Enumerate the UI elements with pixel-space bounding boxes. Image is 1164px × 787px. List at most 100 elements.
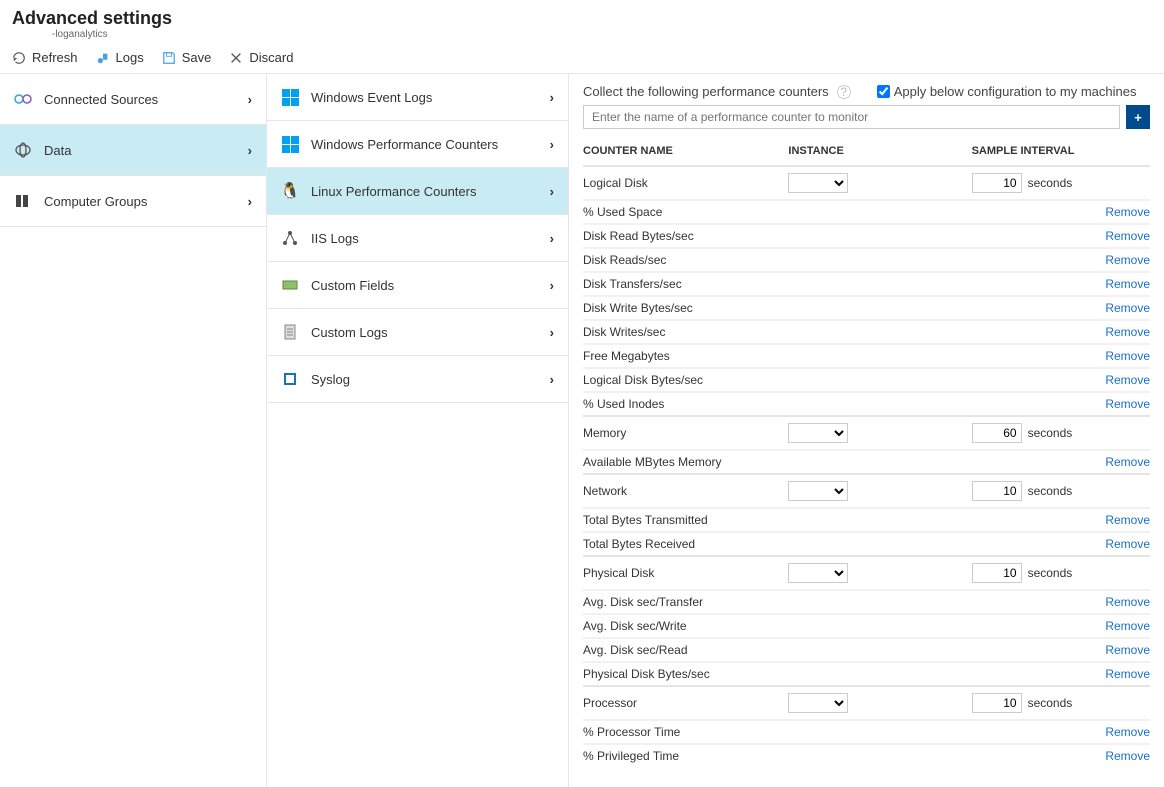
counter-row: % Processor TimeRemove bbox=[583, 720, 1150, 744]
add-counter-button[interactable]: + bbox=[1126, 105, 1150, 129]
chevron-right-icon: › bbox=[550, 184, 554, 199]
counter-group-row: Logical Diskseconds bbox=[583, 166, 1150, 200]
refresh-icon bbox=[12, 51, 26, 65]
discard-button[interactable]: Discard bbox=[229, 50, 293, 65]
remove-link[interactable]: Remove bbox=[1083, 638, 1150, 662]
remove-link[interactable]: Remove bbox=[1083, 200, 1150, 224]
primary-nav-item[interactable]: Data › bbox=[0, 125, 266, 176]
group-name: Physical Disk bbox=[583, 556, 788, 590]
remove-link[interactable]: Remove bbox=[1083, 224, 1150, 248]
counter-group-row: Physical Diskseconds bbox=[583, 556, 1150, 590]
primary-nav-item[interactable]: Connected Sources› bbox=[0, 74, 266, 125]
group-name: Logical Disk bbox=[583, 166, 788, 200]
help-icon[interactable]: ? bbox=[837, 85, 851, 99]
counter-group-row: Networkseconds bbox=[583, 474, 1150, 508]
chevron-right-icon: › bbox=[550, 231, 554, 246]
refresh-button[interactable]: Refresh bbox=[12, 50, 78, 65]
remove-link[interactable]: Remove bbox=[1083, 662, 1150, 686]
counter-name: Disk Writes/sec bbox=[583, 320, 1083, 344]
col-counter-name: COUNTER NAME bbox=[583, 141, 788, 166]
secondary-nav-item[interactable]: Custom Logs › bbox=[267, 309, 568, 356]
interval-input[interactable] bbox=[972, 563, 1022, 583]
nav-label: Connected Sources bbox=[44, 92, 158, 107]
nav-label: Computer Groups bbox=[44, 194, 147, 209]
interval-input[interactable] bbox=[972, 423, 1022, 443]
remove-link[interactable]: Remove bbox=[1083, 320, 1150, 344]
seconds-label: seconds bbox=[1028, 426, 1073, 440]
save-button[interactable]: Save bbox=[162, 50, 212, 65]
remove-link[interactable]: Remove bbox=[1083, 450, 1150, 474]
logs-icon bbox=[96, 51, 110, 65]
secondary-nav-item[interactable]: IIS Logs › bbox=[267, 215, 568, 262]
instance-select[interactable] bbox=[788, 481, 848, 501]
chevron-right-icon: › bbox=[550, 372, 554, 387]
interval-input[interactable] bbox=[972, 693, 1022, 713]
instance-select[interactable] bbox=[788, 563, 848, 583]
interval-input[interactable] bbox=[972, 481, 1022, 501]
apply-config-checkbox[interactable] bbox=[877, 85, 890, 98]
remove-link[interactable]: Remove bbox=[1083, 368, 1150, 392]
windows-icon bbox=[282, 89, 299, 106]
remove-link[interactable]: Remove bbox=[1083, 508, 1150, 532]
counter-group-row: Memoryseconds bbox=[583, 416, 1150, 450]
counter-row: Free MegabytesRemove bbox=[583, 344, 1150, 368]
counter-name: % Privileged Time bbox=[583, 744, 1083, 767]
col-instance: INSTANCE bbox=[788, 141, 971, 166]
remove-link[interactable]: Remove bbox=[1083, 248, 1150, 272]
instance-select[interactable] bbox=[788, 173, 848, 193]
counter-name: Total Bytes Transmitted bbox=[583, 508, 1083, 532]
remove-link[interactable]: Remove bbox=[1083, 392, 1150, 416]
remove-link[interactable]: Remove bbox=[1083, 296, 1150, 320]
nav-label: Syslog bbox=[311, 372, 350, 387]
seconds-label: seconds bbox=[1028, 484, 1073, 498]
windows-icon bbox=[282, 136, 299, 153]
chevron-right-icon: › bbox=[550, 325, 554, 340]
counter-name: Physical Disk Bytes/sec bbox=[583, 662, 1083, 686]
interval-input[interactable] bbox=[972, 173, 1022, 193]
counter-row: % Privileged TimeRemove bbox=[583, 744, 1150, 767]
instance-select[interactable] bbox=[788, 423, 848, 443]
custom-logs-icon bbox=[281, 323, 299, 341]
chevron-right-icon: › bbox=[248, 143, 252, 158]
remove-link[interactable]: Remove bbox=[1083, 744, 1150, 767]
counter-name: Disk Reads/sec bbox=[583, 248, 1083, 272]
nav-label: Custom Logs bbox=[311, 325, 388, 340]
remove-link[interactable]: Remove bbox=[1083, 272, 1150, 296]
discard-label: Discard bbox=[249, 50, 293, 65]
counter-row: Total Bytes ReceivedRemove bbox=[583, 532, 1150, 556]
secondary-nav-item[interactable]: Windows Event Logs› bbox=[267, 74, 568, 121]
secondary-nav-item[interactable]: 🐧Linux Performance Counters› bbox=[267, 168, 568, 215]
primary-nav-item[interactable]: Computer Groups › bbox=[0, 176, 266, 227]
remove-link[interactable]: Remove bbox=[1083, 532, 1150, 556]
counter-row: Physical Disk Bytes/secRemove bbox=[583, 662, 1150, 686]
counter-name: Avg. Disk sec/Read bbox=[583, 638, 1083, 662]
secondary-nav-item[interactable]: Windows Performance Counters› bbox=[267, 121, 568, 168]
secondary-nav-item[interactable]: Syslog › bbox=[267, 356, 568, 403]
secondary-nav-item[interactable]: Custom Fields› bbox=[267, 262, 568, 309]
counter-name: Free Megabytes bbox=[583, 344, 1083, 368]
remove-link[interactable]: Remove bbox=[1083, 614, 1150, 638]
iis-icon bbox=[281, 229, 299, 247]
chevron-right-icon: › bbox=[550, 278, 554, 293]
nav-label: IIS Logs bbox=[311, 231, 359, 246]
remove-link[interactable]: Remove bbox=[1083, 344, 1150, 368]
counter-row: Disk Read Bytes/secRemove bbox=[583, 224, 1150, 248]
custom-fields-icon bbox=[281, 276, 299, 294]
instance-select[interactable] bbox=[788, 693, 848, 713]
remove-link[interactable]: Remove bbox=[1083, 590, 1150, 614]
data-icon bbox=[14, 141, 32, 159]
counter-name: % Used Space bbox=[583, 200, 1083, 224]
apply-config-checkbox-wrap[interactable]: Apply below configuration to my machines bbox=[877, 84, 1137, 99]
counter-search-input[interactable] bbox=[583, 105, 1120, 129]
seconds-label: seconds bbox=[1028, 696, 1073, 710]
counter-name: Avg. Disk sec/Write bbox=[583, 614, 1083, 638]
computer-groups-icon bbox=[14, 192, 32, 210]
logs-label: Logs bbox=[116, 50, 144, 65]
nav-label: Data bbox=[44, 143, 71, 158]
page-title: Advanced settings bbox=[12, 8, 1148, 29]
chevron-right-icon: › bbox=[248, 194, 252, 209]
logs-button[interactable]: Logs bbox=[96, 50, 144, 65]
counter-row: % Used SpaceRemove bbox=[583, 200, 1150, 224]
remove-link[interactable]: Remove bbox=[1083, 720, 1150, 744]
counter-group-row: Processorseconds bbox=[583, 686, 1150, 720]
